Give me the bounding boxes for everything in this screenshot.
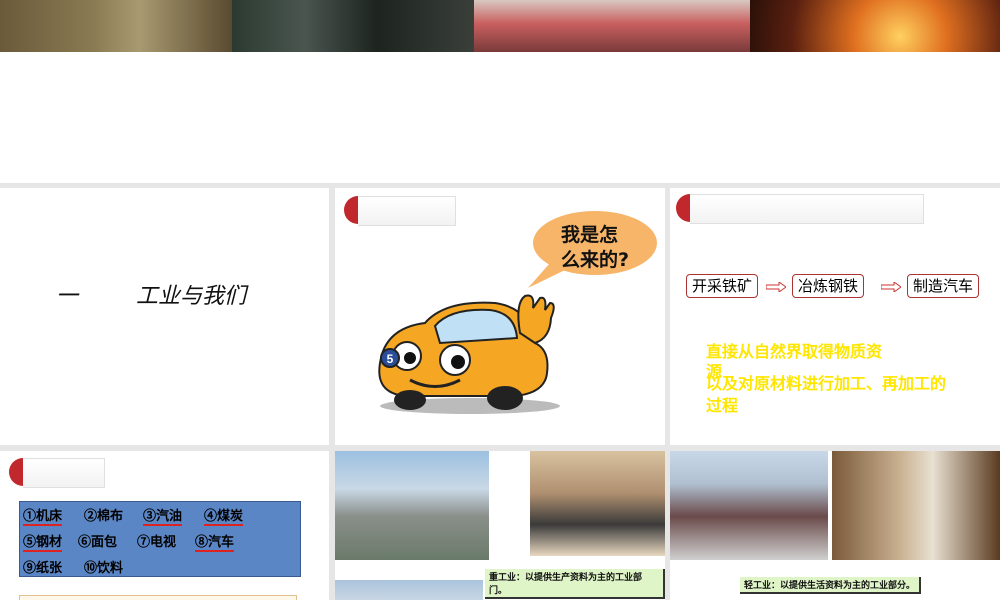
crowd-rocket-photo [474,0,750,52]
definition-line2: 以及对原材料进行加工、再加工的 [706,374,947,393]
tab-marker-icon [344,196,358,224]
coal-mine-photo [0,0,232,52]
list-item: ⑩饮料 [84,561,124,576]
piano-workshop-photo [832,451,1000,560]
slide-2[interactable]: 我是怎 么来的? 5 [335,188,665,445]
slide-4[interactable]: ①机床 ②棉布 ③汽油 ④煤炭 ⑤钢材 ⑥面包 ⑦电视 ⑧汽车 ⑨纸张 ⑩饮料 [0,451,329,600]
tab-marker-icon [9,458,23,486]
slide-3[interactable]: 开采铁矿 冶炼钢铁 制造汽车 直接从自然界取得物质资 源 以及对原材料进行加工、… [670,188,1000,445]
bubble-text-line2: 么来的? [561,249,630,271]
list-item: ②棉布 [84,509,124,524]
title-tab [358,196,456,226]
list-item: ④煤炭 [204,505,244,526]
arrow-right-icon [881,282,901,292]
list-item: ⑥面包 [78,535,118,550]
slide-top[interactable] [0,0,1000,183]
slide-5[interactable]: 重工业：以提供生产资料为主的工业部门。 [335,451,665,600]
title-tab [690,194,924,224]
light-industry-caption: 轻工业：以提供生活资料为主的工业部分。 [740,577,922,594]
definition-line1: 直接从自然界取得物质资 [706,342,883,361]
list-item: ⑦电视 [137,535,177,550]
list-item: ①机床 [23,505,63,526]
step-make-car: 制造汽车 [907,274,980,298]
text-box-partial [19,595,297,600]
steel-furnace-photo [750,0,1000,52]
heavy-industry-caption: 重工业：以提供生产资料为主的工业部门。 [485,569,665,599]
car-assembly-photo [530,451,665,556]
title-tab [23,458,105,488]
list-item: ⑧汽车 [195,531,235,552]
slide-title: 工业与我们 [136,284,247,309]
tab-marker-icon [676,194,690,222]
slide-1[interactable]: 一 工业与我们 [0,188,329,445]
list-item: ③汽油 [143,505,183,526]
product-list: ①机床 ②棉布 ③汽油 ④煤炭 ⑤钢材 ⑥面包 ⑦电视 ⑧汽车 ⑨纸张 ⑩饮料 [19,501,301,577]
step-mine-ore: 开采铁矿 [686,274,759,298]
bubble-text-line1: 我是怎 [561,224,619,246]
engine-factory-photo [232,0,474,52]
section-number: 一 [56,284,79,309]
slide-6[interactable]: 轻工业：以提供生活资料为主的工业部分。 [670,451,1000,600]
cartoon-car-icon: 5 [378,294,560,414]
definition-line2b: 过程 [706,396,739,415]
arrow-right-icon [766,282,786,292]
refinery-photo [335,451,489,560]
list-item: ⑨纸张 [23,561,63,576]
list-item: ⑤钢材 [23,531,63,552]
step-smelt-steel: 冶炼钢铁 [792,274,865,298]
oil-rig-photo [335,580,483,600]
car-number: 5 [387,352,394,366]
garment-factory-photo [670,451,828,560]
